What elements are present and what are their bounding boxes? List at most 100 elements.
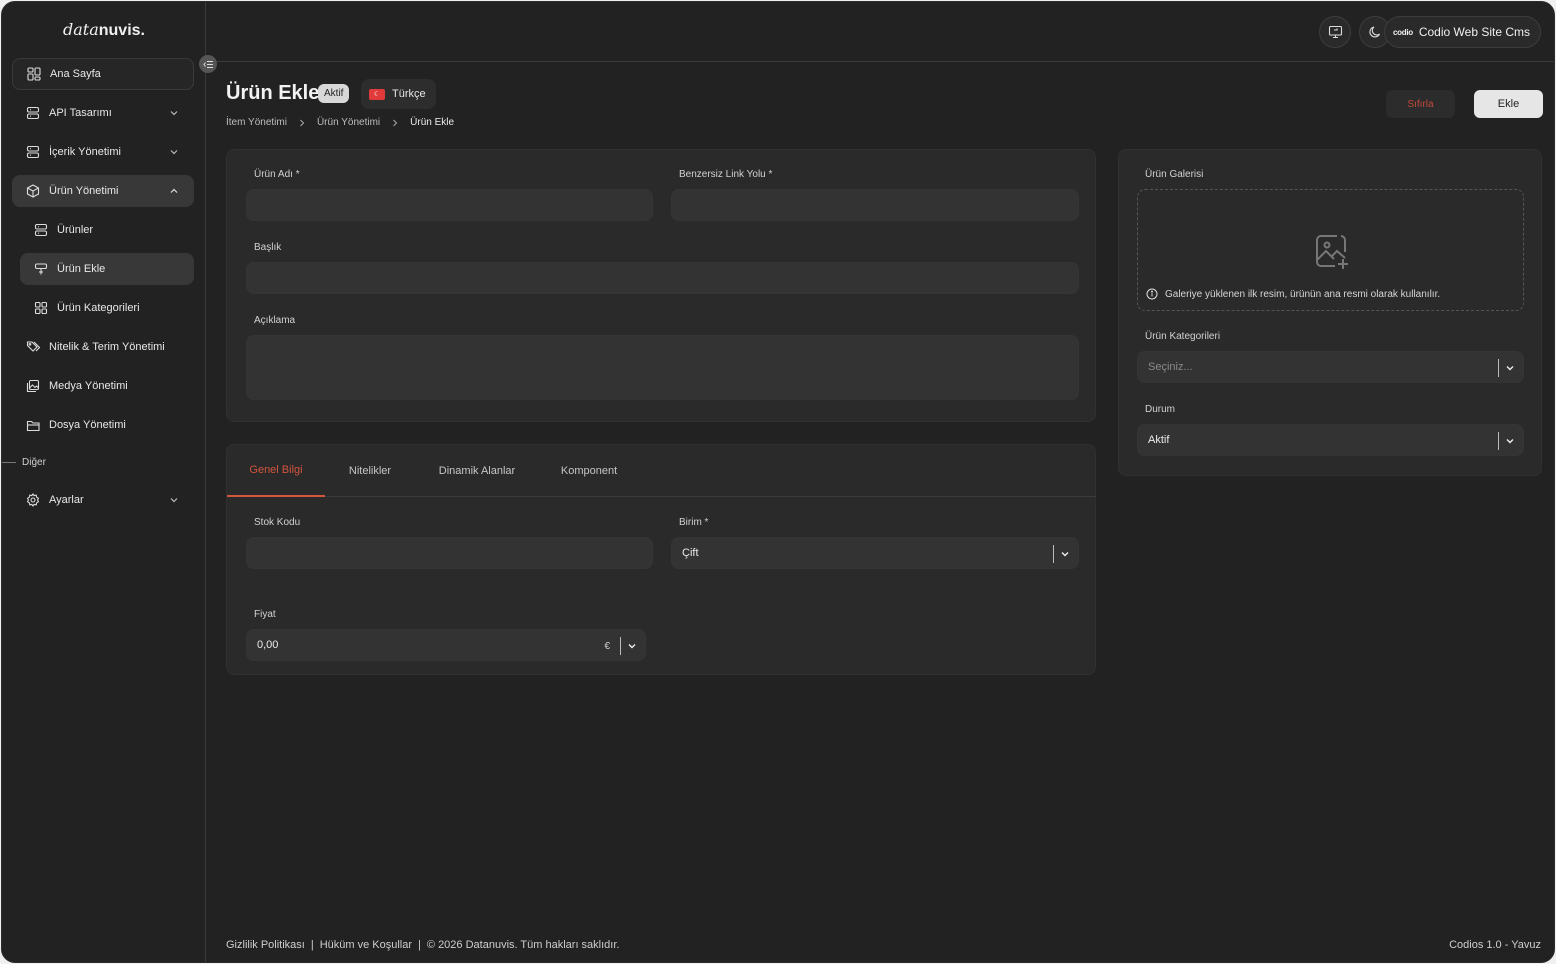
sidebar-item-label: Ana Sayfa (50, 68, 101, 80)
select-divider (620, 637, 621, 655)
sidebar-item-label: Nitelik & Terim Yönetimi (49, 341, 165, 353)
chevron-down-icon (170, 498, 178, 503)
title-label: Başlık (254, 242, 282, 253)
sidebar-section-other: Diğer (2, 457, 46, 468)
unit-select[interactable]: Çift (671, 537, 1079, 569)
currency-symbol: € (604, 640, 610, 652)
add-button[interactable]: Ekle (1474, 90, 1543, 118)
tab-component[interactable]: Komponent (549, 445, 629, 497)
folder-icon (25, 417, 41, 433)
sidebar-collapse-button[interactable] (199, 55, 217, 73)
sidebar-item-label: Ayarlar (49, 494, 84, 506)
sidebar-item-label: API Tasarımı (49, 107, 112, 119)
privacy-link[interactable]: Gizlilik Politikası (226, 939, 305, 951)
top-bar: codio Codio Web Site Cms (207, 2, 1554, 62)
sidebar-item-files[interactable]: Dosya Yönetimi (12, 409, 194, 441)
grid-icon (33, 300, 49, 316)
footer-separator: | (418, 939, 421, 951)
section-divider (2, 462, 16, 463)
sidebar-item-label: Ürün Kategorileri (57, 302, 140, 314)
moon-icon (1369, 26, 1380, 38)
sidebar-item-content[interactable]: İçerik Yönetimi (12, 136, 194, 168)
sidebar-item-product-categories[interactable]: Ürün Kategorileri (20, 292, 194, 324)
tab-dynamic-fields[interactable]: Dinamik Alanlar (427, 445, 527, 497)
product-side-card: Ürün Galerisi Galeriye yüklenen ilk resi… (1118, 149, 1542, 476)
sidebar: datanuvis. Ana Sayfa API Tasarımı İçerik… (2, 2, 206, 962)
chevron-right-icon (393, 119, 398, 126)
workspace-logo: codio (1393, 27, 1413, 37)
reset-button[interactable]: Sıfırla (1386, 90, 1455, 118)
status-value: Aktif (1148, 434, 1170, 446)
terms-link[interactable]: Hüküm ve Koşullar (320, 939, 412, 951)
images-icon (25, 378, 41, 394)
price-value: 0,00 (257, 639, 279, 651)
slug-input[interactable] (671, 189, 1079, 221)
chevron-down-icon (170, 150, 178, 155)
product-details-card: Genel Bilgi Nitelikler Dinamik Alanlar K… (226, 444, 1096, 675)
info-icon (1146, 288, 1158, 300)
gallery-note-text: Galeriye yüklenen ilk resim, ürünün ana … (1165, 288, 1441, 300)
logo[interactable]: datanuvis. (2, 20, 206, 40)
select-divider (1498, 359, 1499, 377)
sidebar-item-label: Ürün Yönetimi (49, 185, 119, 197)
sidebar-item-settings[interactable]: Ayarlar (12, 484, 194, 516)
tab-general-info[interactable]: Genel Bilgi (227, 445, 325, 497)
sidebar-item-products[interactable]: Ürün Yönetimi (12, 175, 194, 207)
app-window: datanuvis. Ana Sayfa API Tasarımı İçerik… (1, 1, 1555, 963)
description-textarea[interactable] (246, 335, 1079, 400)
chevron-down-icon (1061, 552, 1069, 557)
version-label: Codios 1.0 - Yavuz (1449, 939, 1541, 951)
sidebar-item-api-design[interactable]: API Tasarımı (12, 97, 194, 129)
footer: Gizlilik Politikası | Hüküm ve Koşullar | © … (226, 939, 619, 951)
price-input[interactable]: 0,00 € (246, 629, 646, 661)
sidebar-item-media[interactable]: Medya Yönetimi (12, 370, 194, 402)
select-dropdown-toggle[interactable] (1498, 432, 1515, 450)
slug-label: Benzersiz Link Yolu * (679, 169, 773, 180)
gear-icon (25, 492, 41, 508)
status-select[interactable]: Aktif (1137, 424, 1524, 456)
gallery-label: Ürün Galerisi (1145, 169, 1204, 180)
logo-bold-text: nuvis. (98, 22, 145, 39)
currency-selector[interactable]: € (604, 637, 637, 655)
breadcrumb-item[interactable]: Ürün Yönetimi (317, 117, 380, 128)
breadcrumb-current: Ürün Ekle (410, 117, 455, 128)
chevron-right-icon (300, 119, 305, 126)
screen-toggle-button[interactable] (1319, 16, 1351, 48)
select-dropdown-toggle[interactable] (1498, 359, 1515, 377)
page-title: Ürün Ekle (226, 82, 320, 104)
sidebar-item-add-product[interactable]: Ürün Ekle (20, 253, 194, 285)
tags-icon (25, 339, 41, 355)
sidebar-item-product-list[interactable]: Ürünler (20, 214, 194, 246)
gallery-note: Galeriye yüklenen ilk resim, ürünün ana … (1146, 288, 1440, 300)
product-name-label: Ürün Adı * (254, 169, 300, 180)
language-label: Türkçe (392, 88, 426, 100)
turkey-flag-icon: ☾ (369, 88, 385, 100)
sidebar-item-label: Ürünler (57, 224, 94, 236)
breadcrumb-item[interactable]: İtem Yönetimi (226, 117, 287, 128)
gallery-dropzone[interactable]: Galeriye yüklenen ilk resim, ürünün ana … (1137, 189, 1524, 311)
title-input[interactable] (246, 262, 1079, 294)
price-label: Fiyat (254, 609, 276, 620)
categories-select[interactable]: Seçiniz... (1137, 351, 1524, 383)
unit-label: Birim * (679, 517, 709, 528)
sidebar-item-home[interactable]: Ana Sayfa (12, 58, 194, 90)
stock-code-input[interactable] (246, 537, 653, 569)
copyright-text: © 2026 Datanuvis. Tüm hakları saklıdır. (426, 939, 620, 951)
product-name-input[interactable] (246, 189, 653, 221)
select-divider (1053, 545, 1054, 563)
language-selector[interactable]: ☾ Türkçe (361, 79, 436, 109)
select-dropdown-toggle[interactable] (1053, 545, 1070, 563)
sidebar-item-label: Medya Yönetimi (49, 380, 128, 392)
tab-attributes[interactable]: Nitelikler (335, 445, 405, 497)
logo-light-text: data (63, 20, 99, 39)
workspace-switcher[interactable]: codio Codio Web Site Cms (1384, 16, 1541, 48)
image-add-icon (1316, 235, 1348, 269)
status-label: Durum (1145, 404, 1176, 415)
database-icon (25, 105, 41, 121)
sidebar-item-attributes[interactable]: Nitelik & Terim Yönetimi (12, 331, 194, 363)
sidebar-item-label: Dosya Yönetimi (49, 419, 126, 431)
chevron-down-icon (170, 111, 178, 116)
chevron-down-icon (1506, 366, 1514, 371)
sidebar-item-label: İçerik Yönetimi (49, 146, 121, 158)
monitor-icon (1328, 25, 1342, 39)
